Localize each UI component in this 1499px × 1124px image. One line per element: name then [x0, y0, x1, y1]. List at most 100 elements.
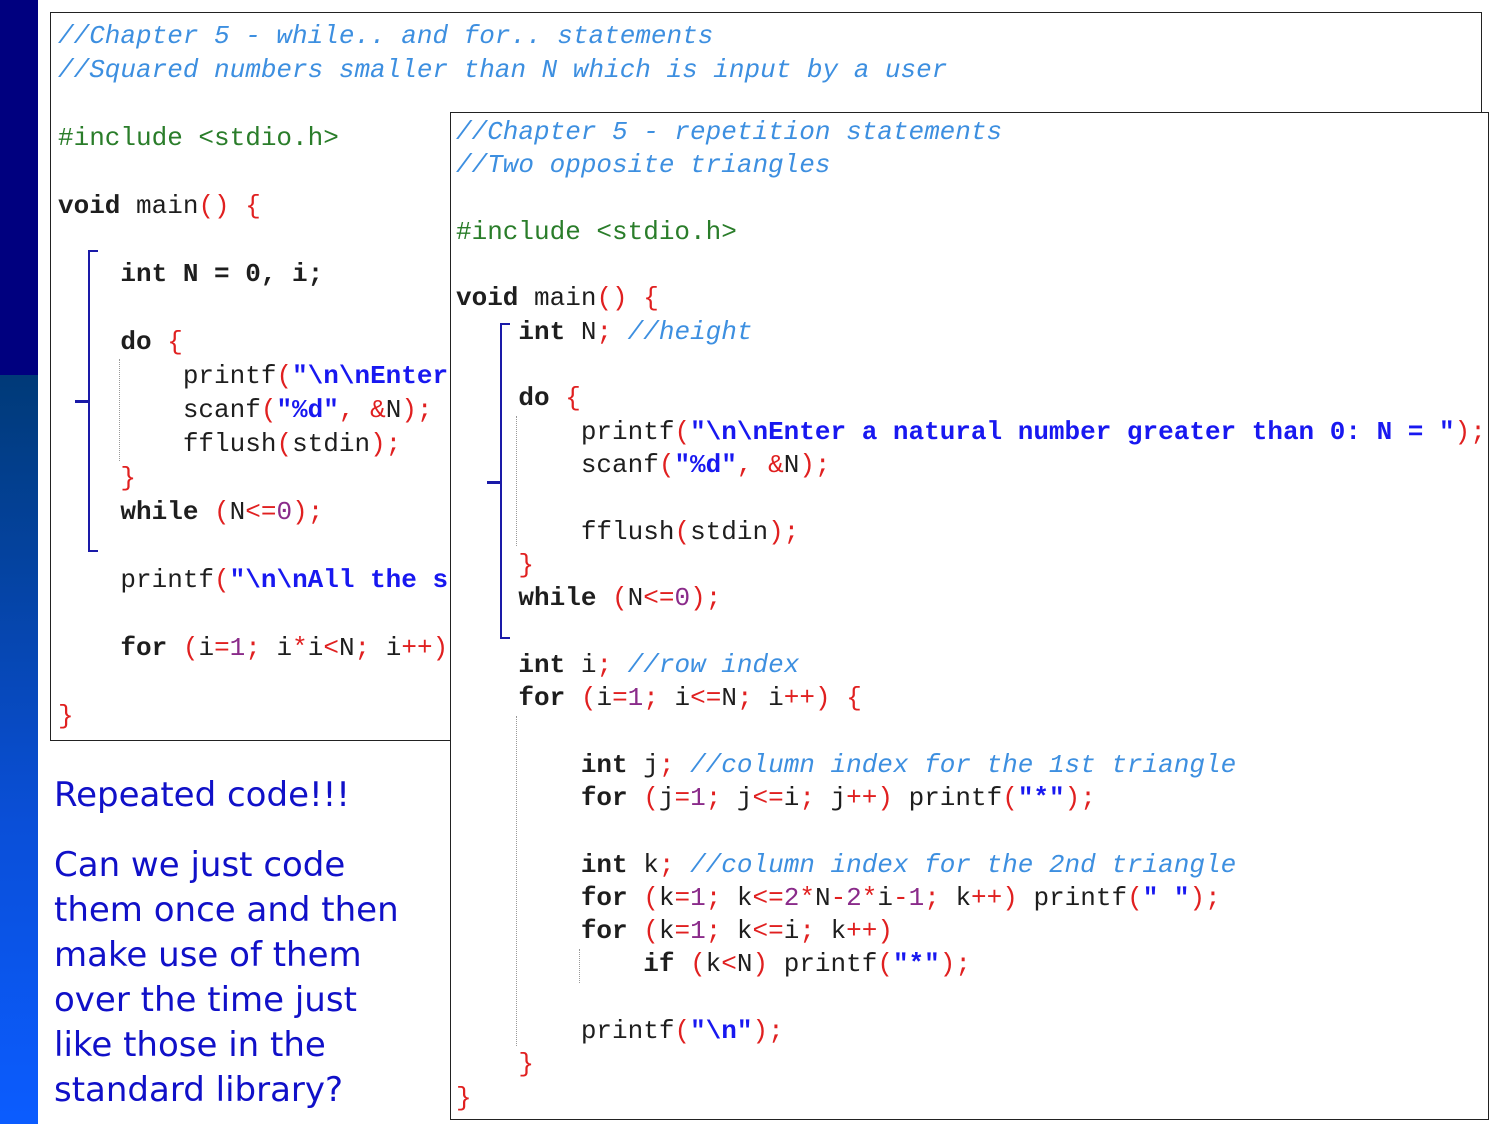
code-token: for — [580, 916, 628, 947]
code-token: () — [198, 191, 230, 221]
code-line: } — [456, 549, 1486, 582]
code-token: , — [338, 395, 355, 425]
code-token: #include <stdio.h> — [58, 123, 339, 153]
code-token: "\n" — [690, 1016, 753, 1047]
code-token: ; — [705, 882, 722, 913]
question-line: like those in the — [54, 1025, 326, 1065]
code-token: printf — [783, 949, 878, 980]
code-token: = — [674, 916, 691, 947]
code-token: N — [721, 683, 737, 714]
code-token: "%d" — [276, 395, 339, 425]
code-token: int — [580, 849, 628, 880]
code-line: for (i=1; i<=N; i++) { — [456, 682, 1486, 715]
code-token: int — [518, 316, 566, 347]
code-token: = — [674, 882, 691, 913]
bracket-tick — [75, 400, 89, 403]
bracket-annotation — [88, 250, 98, 552]
code-token: ); — [690, 583, 722, 614]
code-token: { — [643, 283, 659, 314]
code-token: ); — [752, 1016, 784, 1047]
code-token: main — [136, 191, 199, 221]
code-block: //Chapter 5 - repetition statements//Two… — [456, 116, 1486, 1115]
code-token: for — [580, 782, 628, 813]
slide-heading: Repeated code!!! — [54, 775, 350, 815]
code-token: <= — [643, 583, 675, 614]
code-line: fflush(stdin); — [456, 516, 1486, 549]
code-token: ; — [596, 649, 613, 680]
code-token: N — [627, 583, 644, 614]
code-token: 1 — [627, 683, 644, 714]
code-token: { — [245, 191, 261, 221]
code-token: ( — [690, 949, 706, 980]
code-token: N — [814, 882, 831, 913]
code-token: ( — [1002, 782, 1018, 813]
code-token: ( — [674, 1016, 691, 1047]
code-token: ( — [182, 633, 199, 663]
code-token: k — [658, 882, 675, 913]
code-token: 0 — [276, 497, 293, 527]
code-token: k — [736, 916, 753, 947]
code-token: i — [783, 782, 800, 813]
code-token: ); — [1454, 416, 1486, 447]
code-token: ( — [658, 449, 675, 480]
question-line: them once and then — [54, 890, 399, 930]
code-token: for — [580, 882, 628, 913]
code-token: scanf — [182, 395, 261, 425]
code-token: * — [799, 882, 815, 913]
code-token: void — [456, 283, 519, 314]
code-token: 2 — [783, 882, 800, 913]
code-line: //Chapter 5 - while.. and for.. statemen… — [58, 19, 947, 53]
code-token: #include <stdio.h> — [456, 216, 737, 247]
code-token: ; — [658, 749, 675, 780]
code-token: ); — [799, 449, 831, 480]
code-token: printf — [908, 782, 1003, 813]
code-token: k — [736, 882, 753, 913]
code-token: printf — [182, 361, 277, 391]
code-token: stdin — [292, 429, 371, 459]
code-token: k — [658, 916, 675, 947]
code-token: * — [292, 633, 308, 663]
code-token: ( — [580, 683, 597, 714]
code-token: , — [736, 449, 753, 480]
code-token: //Two opposite triangles — [456, 150, 831, 181]
code-line: int N; //height — [456, 316, 1486, 349]
code-token: } — [120, 463, 137, 493]
code-token: N — [783, 449, 800, 480]
code-token: { — [565, 383, 581, 414]
code-token: "*" — [892, 949, 940, 980]
code-token: ); — [768, 516, 800, 547]
code-token: <= — [752, 916, 784, 947]
code-token: } — [518, 1049, 535, 1080]
code-token: < — [323, 633, 339, 663]
code-token: printf — [580, 416, 675, 447]
code-token: i — [783, 916, 800, 947]
code-token: ++) — [971, 882, 1018, 913]
question-line: Can we just code — [54, 845, 346, 885]
code-token: "\n\nEnter — [292, 361, 449, 391]
code-token: = — [214, 633, 230, 663]
code-token: ; — [924, 882, 940, 913]
